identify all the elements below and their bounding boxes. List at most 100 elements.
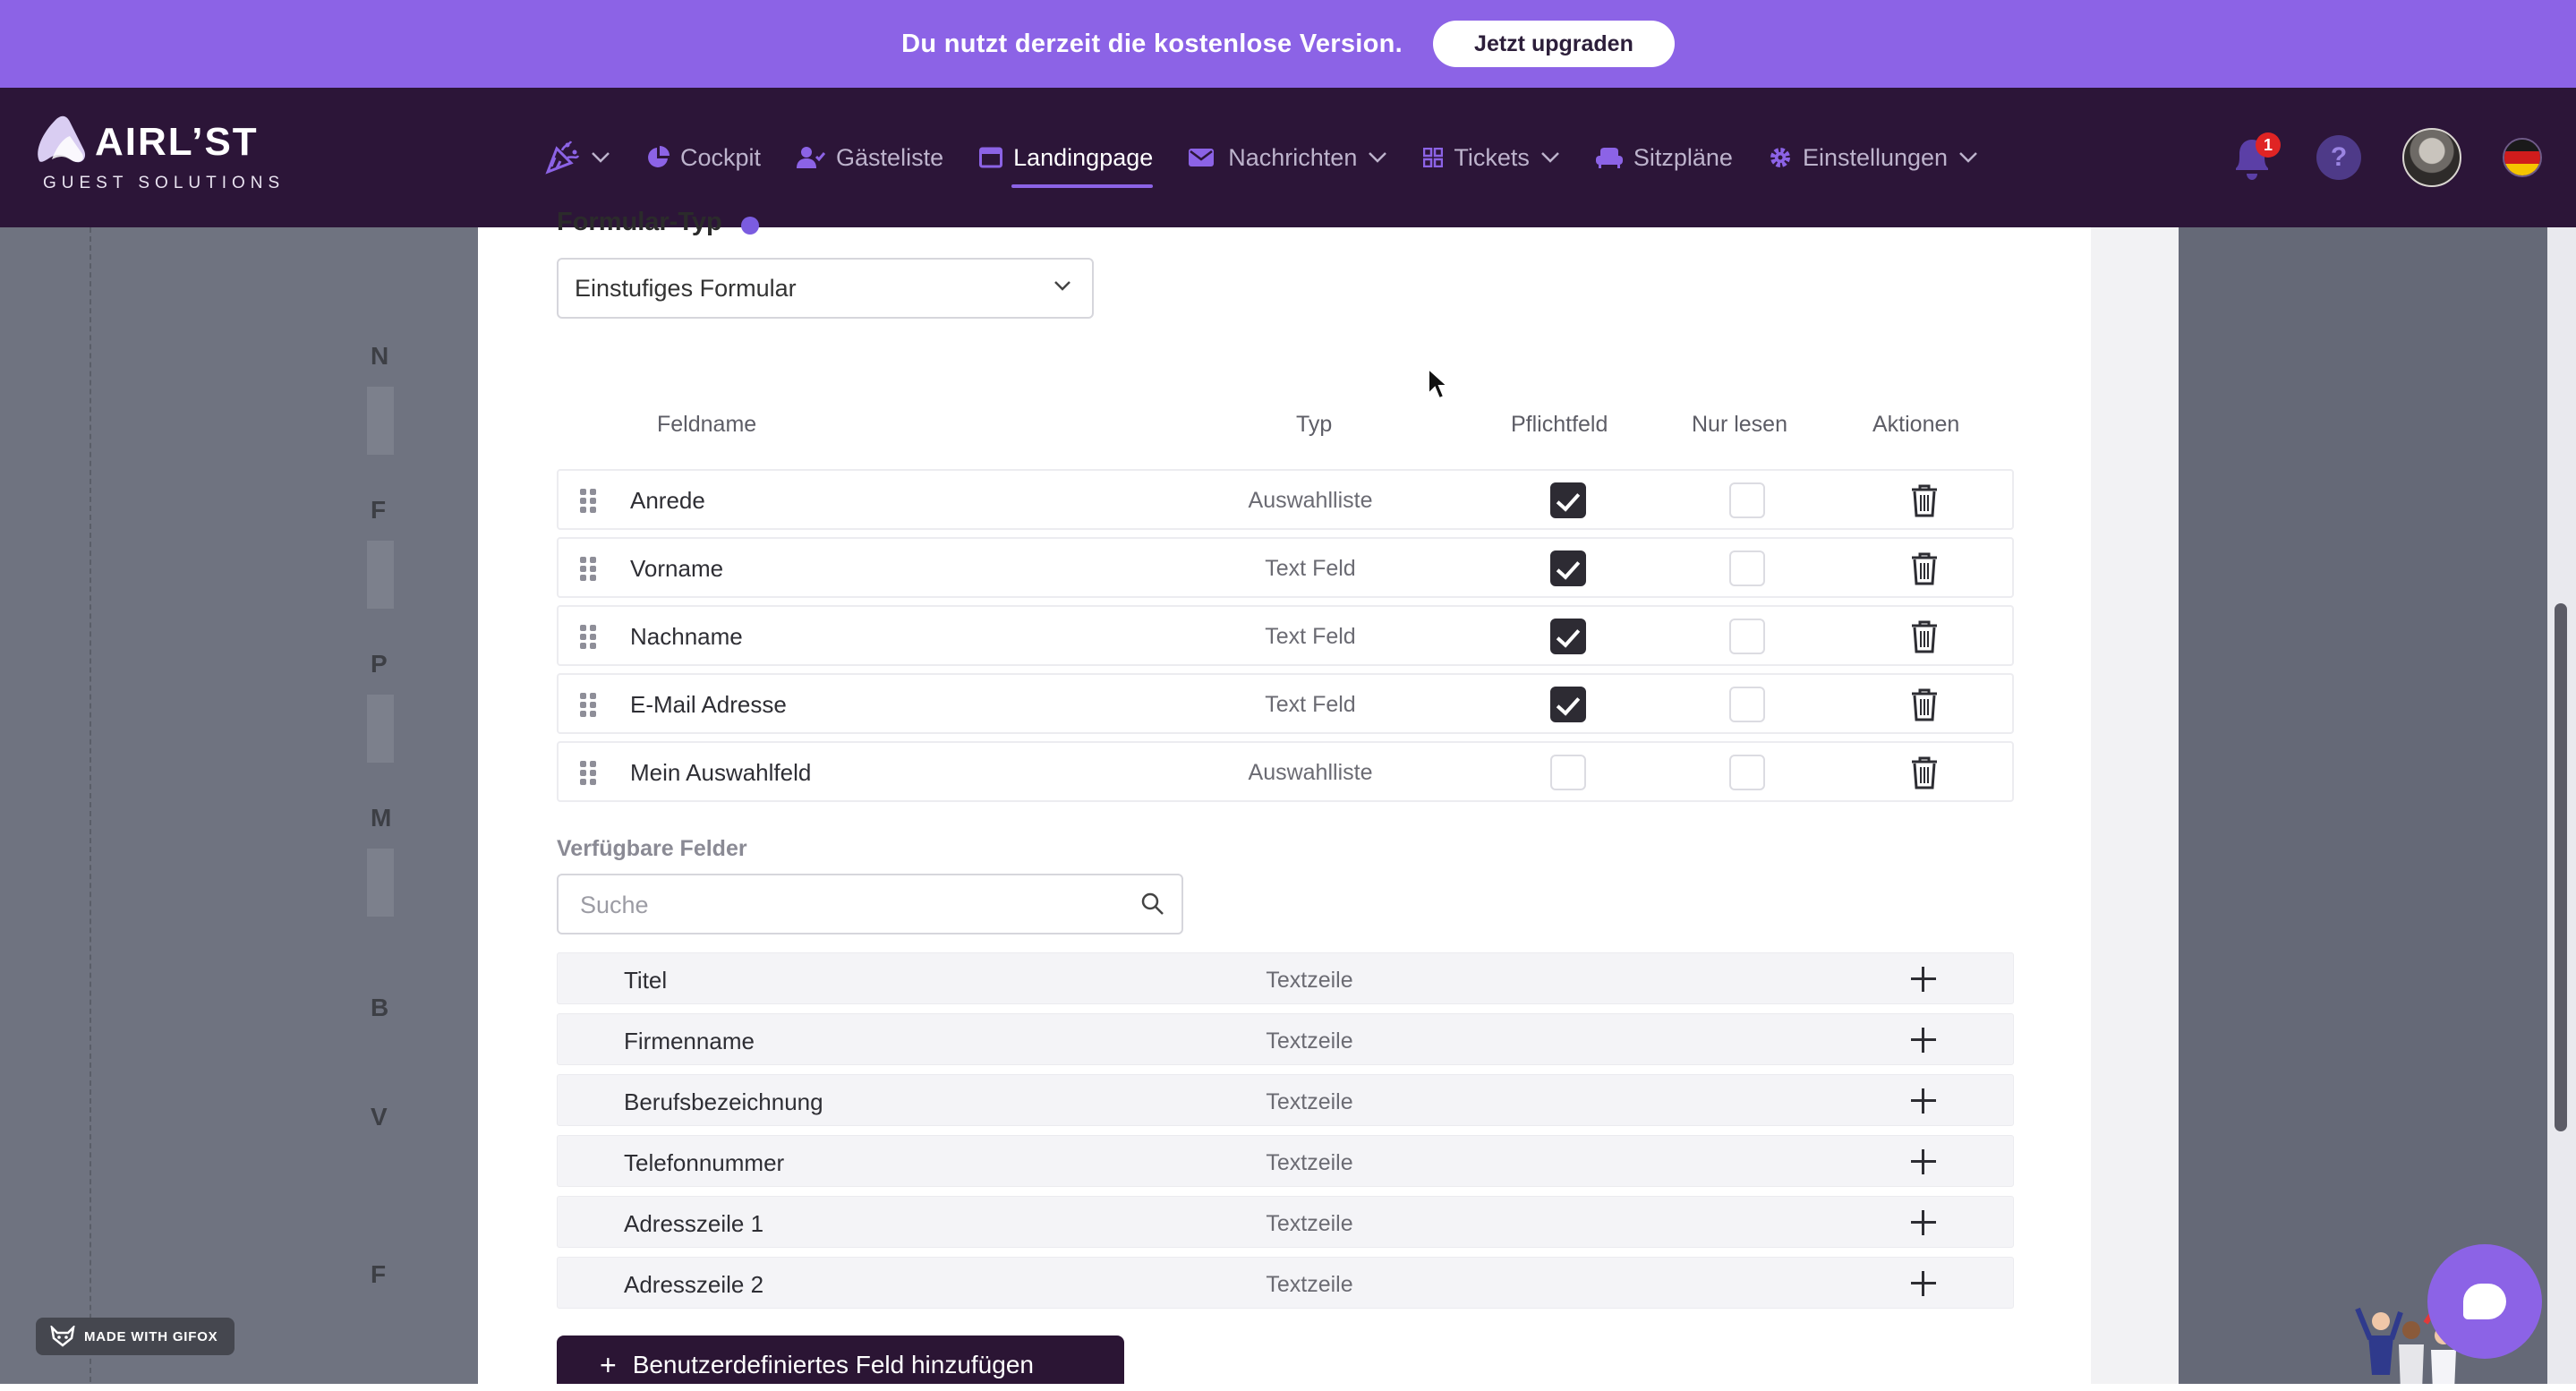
chevron-down-icon <box>1054 281 1070 291</box>
help-button[interactable]: ? <box>2316 135 2361 180</box>
notifications-button[interactable]: 1 <box>2229 131 2281 184</box>
chevron-down-icon <box>1369 152 1387 163</box>
table-row: Mein Auswahlfeld Auswahlliste <box>557 741 2014 802</box>
readonly-checkbox[interactable] <box>1729 550 1765 586</box>
add-custom-field-label: Benutzerdefiniertes Feld hinzufügen <box>632 1351 1034 1378</box>
table-row: Vorname Text Feld <box>557 537 2014 598</box>
readonly-checkbox[interactable] <box>1729 687 1765 722</box>
add-field-plus-icon[interactable] <box>1911 967 1936 992</box>
nav-menu: Cockpit Gästeliste Landingpage Nachricht… <box>544 88 1978 227</box>
nav-item-events[interactable] <box>544 88 610 227</box>
add-custom-field-button[interactable]: + Benutzerdefiniertes Feld hinzufügen <box>557 1336 1124 1391</box>
available-field-row[interactable]: Firmenname Textzeile <box>557 1013 2014 1065</box>
field-type: Text Feld <box>1265 624 1356 649</box>
background-label: B <box>371 994 389 1021</box>
nav-item-sitzplaene[interactable]: Sitzpläne <box>1595 88 1733 227</box>
drag-handle-icon[interactable] <box>580 761 598 786</box>
available-field-name: Titel <box>624 967 668 994</box>
available-field-type: Textzeile <box>1266 1211 1353 1236</box>
available-field-name: Telefonnummer <box>624 1149 785 1176</box>
form-type-select[interactable]: Einstufiges Formular <box>557 258 1094 319</box>
nav-item-nachrichten[interactable]: Nachrichten <box>1189 88 1387 227</box>
scrollbar-thumb[interactable] <box>2555 603 2567 1131</box>
required-checkbox[interactable] <box>1550 755 1586 790</box>
background-field <box>367 849 394 917</box>
required-checkbox[interactable] <box>1550 482 1586 518</box>
notification-count-badge: 1 <box>2256 132 2281 158</box>
nav-right-actions: 1 ? <box>2229 124 2542 192</box>
nav-item-landingpage[interactable]: Landingpage <box>979 88 1154 227</box>
readonly-checkbox[interactable] <box>1729 619 1765 654</box>
drag-handle-icon[interactable] <box>580 625 598 650</box>
required-checkbox[interactable] <box>1550 550 1586 586</box>
field-type: Auswahlliste <box>1248 488 1373 513</box>
field-type: Text Feld <box>1265 556 1356 581</box>
table-row: Nachname Text Feld <box>557 605 2014 666</box>
chevron-down-icon <box>592 152 610 163</box>
form-type-value: Einstufiges Formular <box>575 274 797 302</box>
available-field-row[interactable]: Adresszeile 1 Textzeile <box>557 1196 2014 1248</box>
readonly-checkbox[interactable] <box>1729 482 1765 518</box>
trash-icon[interactable] <box>1910 755 1939 789</box>
background-right <box>2179 227 2576 1391</box>
add-field-plus-icon[interactable] <box>1911 1088 1936 1114</box>
gifox-watermark: MADE WITH GIFOX <box>36 1318 235 1355</box>
field-name: Vorname <box>630 555 724 582</box>
trash-icon[interactable] <box>1910 619 1939 653</box>
add-field-plus-icon[interactable] <box>1911 1028 1936 1053</box>
available-field-type: Textzeile <box>1266 1089 1353 1114</box>
table-row: Anrede Auswahlliste <box>557 469 2014 530</box>
trash-icon[interactable] <box>1910 687 1939 721</box>
trash-icon[interactable] <box>1910 551 1939 585</box>
fox-icon <box>50 1326 75 1347</box>
airlist-logo[interactable]: AIRL’ST GUEST SOLUTIONS <box>34 115 294 204</box>
modal-side-strip <box>2091 227 2179 1391</box>
upgrade-banner: Du nutzt derzeit die kostenlose Version.… <box>0 0 2576 88</box>
trash-icon[interactable] <box>1910 483 1939 517</box>
nav-item-label: Gästeliste <box>836 143 944 171</box>
field-name: Mein Auswahlfeld <box>630 759 812 786</box>
armchair-icon <box>1595 148 1623 168</box>
available-field-row[interactable]: Berufsbezeichnung Textzeile <box>557 1074 2014 1126</box>
nav-item-gaesteliste[interactable]: Gästeliste <box>797 88 943 227</box>
available-field-row[interactable]: Adresszeile 2 Textzeile <box>557 1257 2014 1309</box>
nav-item-cockpit[interactable]: Cockpit <box>646 88 761 227</box>
background-label: F <box>371 1260 387 1288</box>
field-name: E-Mail Adresse <box>630 691 787 718</box>
search-input[interactable] <box>580 890 1081 920</box>
page-scrollbar[interactable] <box>2547 227 2576 1391</box>
column-header-readonly: Nur lesen <box>1692 412 1787 437</box>
available-field-row[interactable]: Telefonnummer Textzeile <box>557 1135 2014 1187</box>
upgrade-button[interactable]: Jetzt upgraden <box>1433 21 1675 67</box>
nav-item-label: Cockpit <box>680 143 762 171</box>
drag-handle-icon[interactable] <box>580 489 598 514</box>
language-flag-de[interactable] <box>2503 138 2542 177</box>
required-checkbox[interactable] <box>1550 619 1586 654</box>
available-field-type: Textzeile <box>1266 968 1353 993</box>
bottom-edge <box>0 1384 2576 1391</box>
nav-item-tickets[interactable]: Tickets <box>1423 88 1560 227</box>
form-settings-modal: Formular-Typ Einstufiges Formular Feldna… <box>478 208 2091 1391</box>
background-label: V <box>371 1103 388 1131</box>
nav-item-einstellungen[interactable]: Einstellungen <box>1769 88 1978 227</box>
drag-handle-icon[interactable] <box>580 693 598 718</box>
chat-widget-button[interactable] <box>2427 1244 2542 1359</box>
required-checkbox[interactable] <box>1550 687 1586 722</box>
party-popper-icon <box>545 141 580 175</box>
add-field-plus-icon[interactable] <box>1911 1149 1936 1174</box>
available-field-row[interactable]: Titel Textzeile <box>557 952 2014 1004</box>
readonly-checkbox[interactable] <box>1729 755 1765 790</box>
search-icon[interactable] <box>1140 892 1165 917</box>
pie-chart-icon <box>648 146 670 167</box>
add-field-plus-icon[interactable] <box>1911 1271 1936 1296</box>
logo-mark-icon <box>38 115 86 163</box>
available-field-name: Adresszeile 2 <box>624 1271 764 1298</box>
column-header-required: Pflichtfeld <box>1511 412 1608 437</box>
add-field-plus-icon[interactable] <box>1911 1210 1936 1235</box>
drag-handle-icon[interactable] <box>580 557 598 582</box>
grid-icon <box>1423 148 1444 167</box>
available-field-name: Adresszeile 1 <box>624 1210 764 1237</box>
user-avatar[interactable] <box>2402 128 2461 187</box>
info-icon[interactable] <box>741 217 759 235</box>
available-field-type: Textzeile <box>1266 1272 1353 1297</box>
